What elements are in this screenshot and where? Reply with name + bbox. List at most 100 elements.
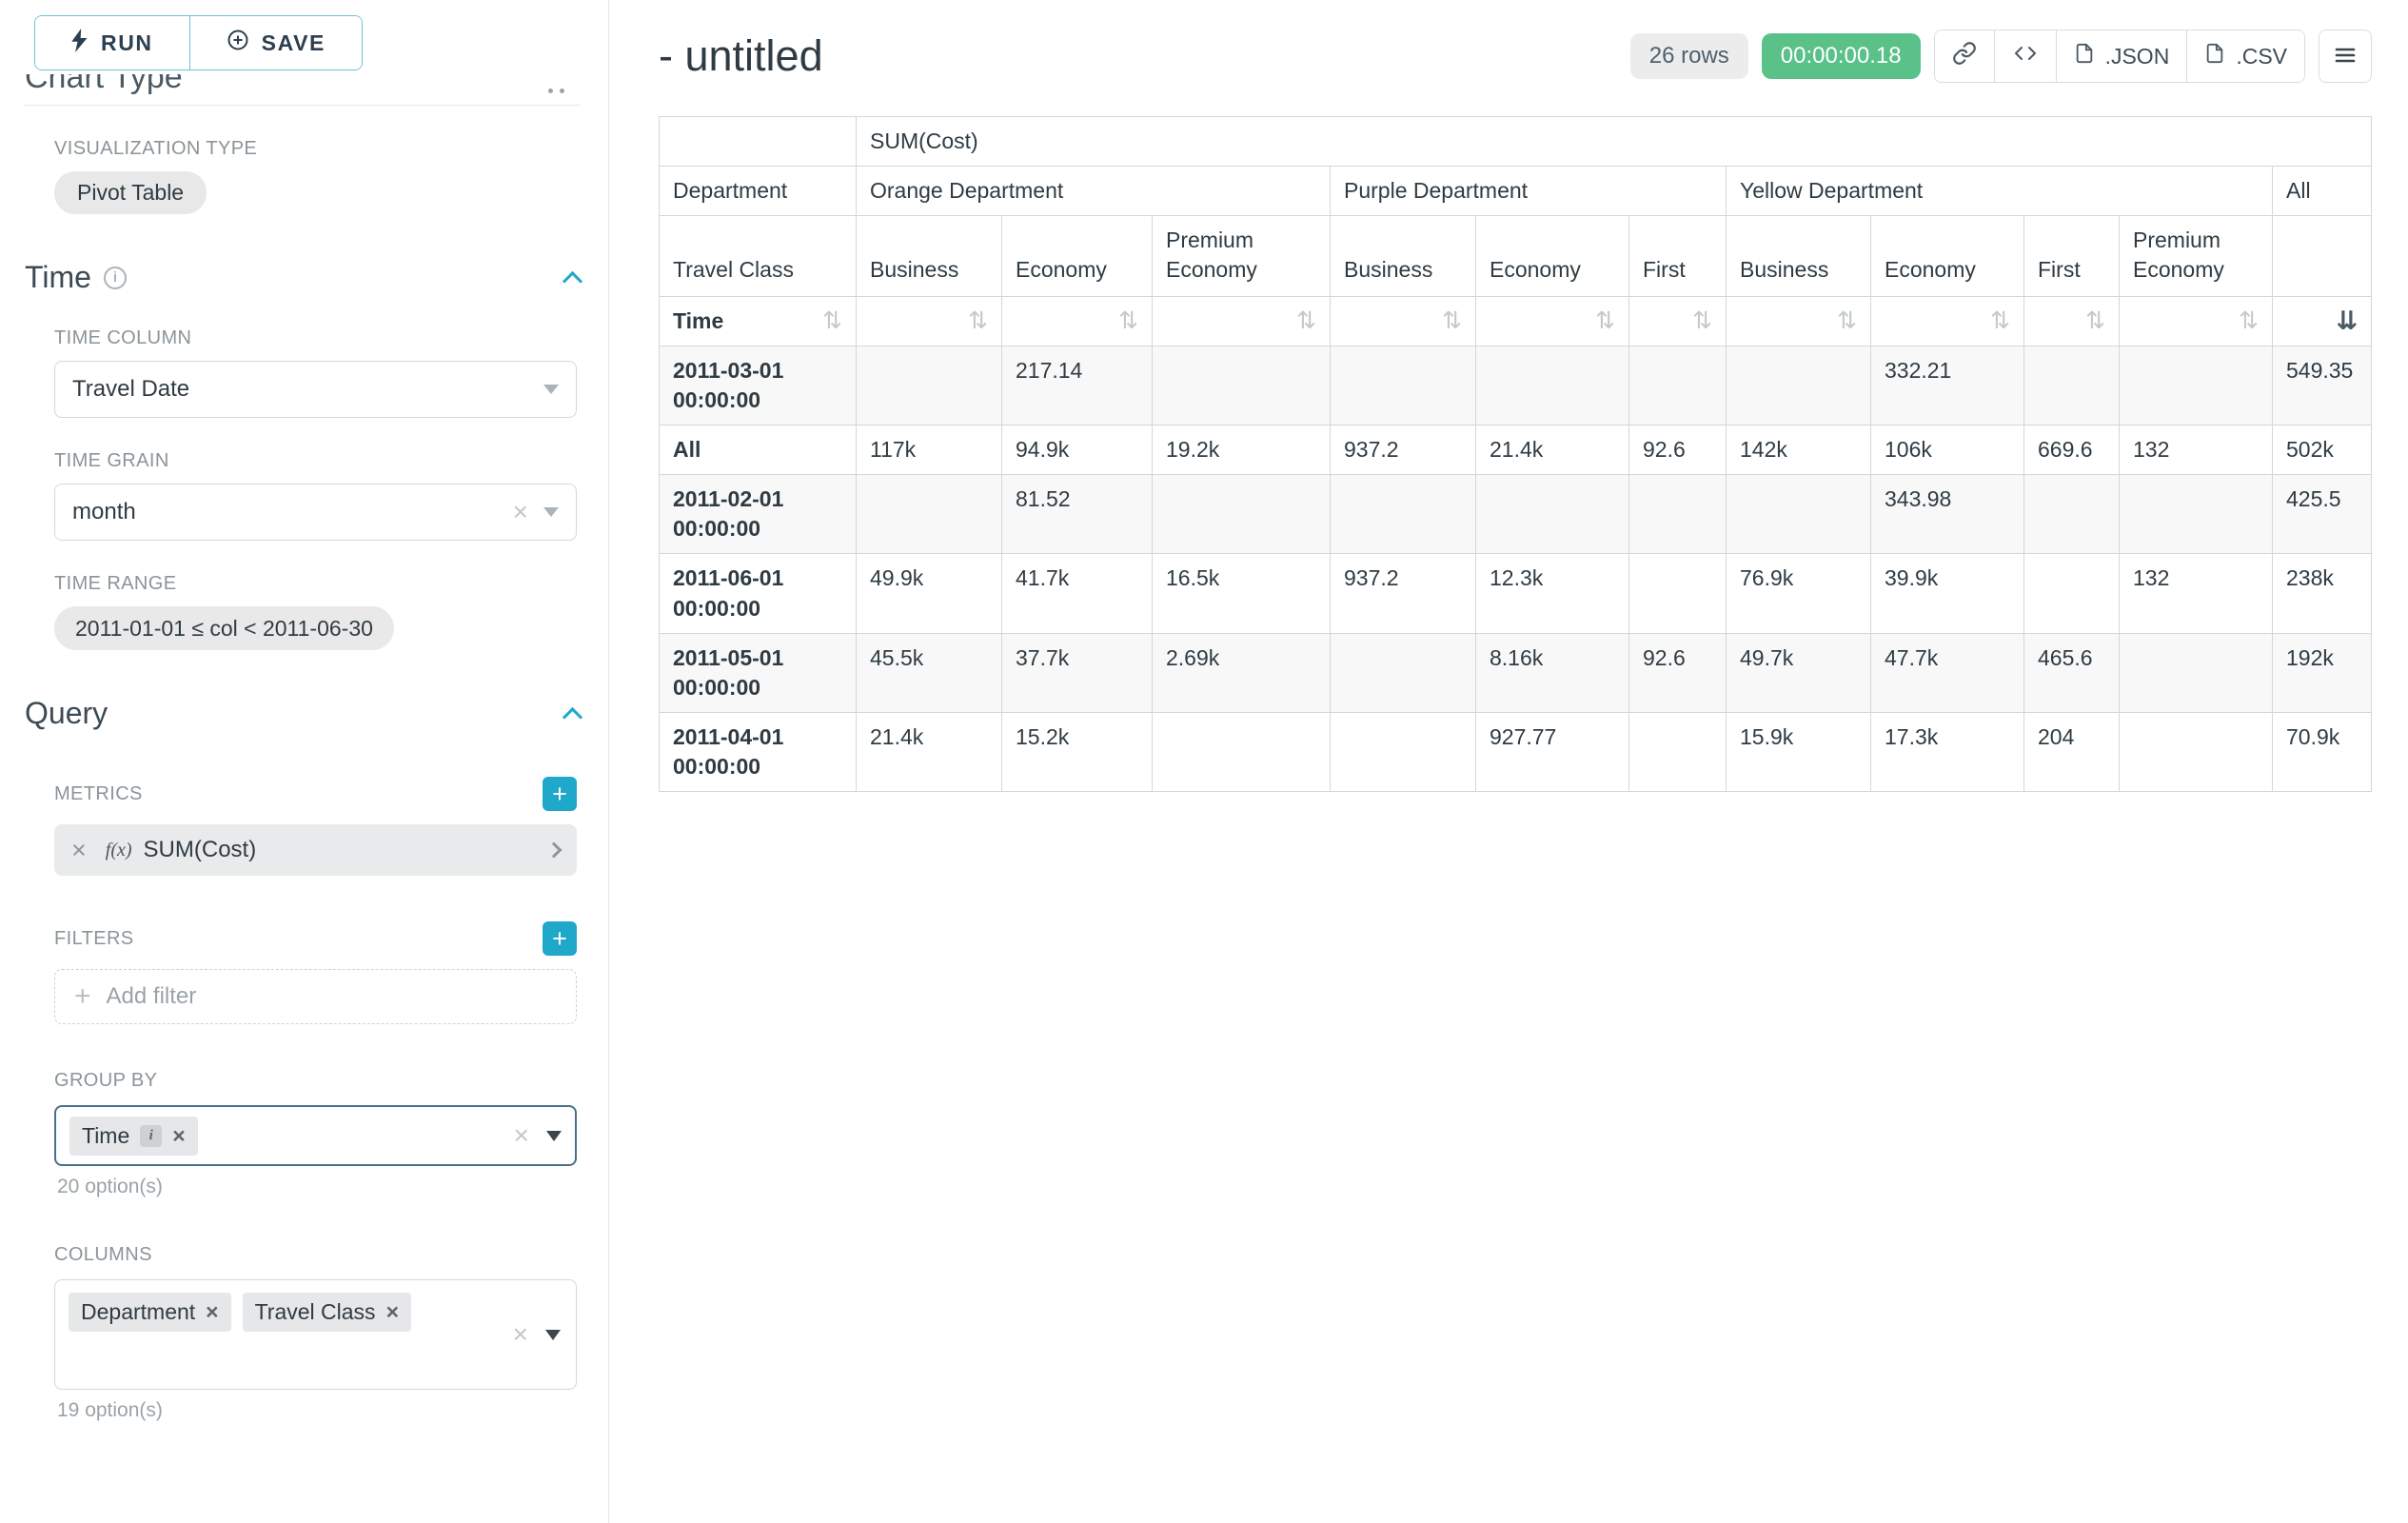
department-group-header: Yellow Department: [1727, 167, 2273, 216]
file-icon: [2074, 42, 2095, 70]
sort-icon[interactable]: ⇅: [2239, 309, 2259, 333]
remove-chip-icon[interactable]: ×: [206, 1299, 218, 1325]
lightning-bolt-icon: [71, 29, 89, 58]
remove-chip-icon[interactable]: ×: [386, 1299, 399, 1325]
sort-icon[interactable]: ⇅: [1118, 309, 1138, 333]
collapse-query-section-icon[interactable]: [563, 707, 582, 727]
sort-icon[interactable]: ⇅: [1595, 309, 1615, 333]
visualization-type-value[interactable]: Pivot Table: [54, 171, 207, 214]
share-link-button[interactable]: [1935, 30, 1994, 82]
time-range-value[interactable]: 2011-01-01 ≤ col < 2011-06-30: [54, 606, 394, 650]
sort-cell[interactable]: ⇅: [2120, 297, 2273, 346]
sort-icon[interactable]: ⇅: [2085, 309, 2105, 333]
export-csv-button[interactable]: .CSV: [2186, 30, 2304, 82]
value-cell: 45.5k: [857, 633, 1002, 712]
value-cell: [1331, 633, 1476, 712]
metric-header-cell: SUM(Cost): [857, 117, 2372, 167]
add-filter-plus-button[interactable]: +: [543, 921, 577, 956]
value-cell: 70.9k: [2273, 712, 2372, 791]
columns-select[interactable]: Department × Travel Class × ×: [54, 1279, 577, 1390]
visualization-type-control: VISUALIZATION TYPE Pivot Table: [54, 138, 577, 214]
value-cell: [1476, 346, 1629, 425]
pivot-data-row: All117k94.9k19.2k937.221.4k92.6142k106k6…: [660, 425, 2372, 475]
value-cell: [1331, 712, 1476, 791]
sort-icon[interactable]: ⇅: [1837, 309, 1857, 333]
value-cell: [1153, 346, 1331, 425]
chevron-down-icon: [543, 507, 559, 517]
sort-cell[interactable]: ⇅: [857, 297, 1002, 346]
save-button[interactable]: SAVE: [189, 16, 362, 69]
value-cell: [2120, 346, 2273, 425]
collapse-time-section-icon[interactable]: [563, 271, 582, 291]
metric-pill[interactable]: × f(x) SUM(Cost): [54, 824, 577, 876]
sort-icon[interactable]: ⇅: [1990, 309, 2010, 333]
department-corner-cell: Department: [660, 167, 857, 216]
value-cell: [1331, 346, 1476, 425]
row-label-cell: 2011-06-01 00:00:00: [660, 554, 857, 633]
chevron-down-icon: [546, 1131, 562, 1141]
value-cell: [2024, 346, 2120, 425]
sort-cell[interactable]: ⇅: [1727, 297, 1871, 346]
group-by-label-row: GROUP BY: [54, 1070, 577, 1092]
run-button[interactable]: RUN: [35, 16, 189, 69]
sort-descending-icon[interactable]: ⇊: [2336, 308, 2358, 334]
chevron-down-icon: [543, 385, 559, 394]
travel-class-header-row: Travel Class Business Economy Premium Ec…: [660, 216, 2372, 297]
time-grain-select[interactable]: month ×: [54, 484, 577, 541]
save-button-label: SAVE: [262, 30, 326, 56]
add-filter-button[interactable]: + Add filter: [54, 969, 577, 1024]
clear-icon[interactable]: ×: [513, 1321, 528, 1348]
time-row-label: Time: [673, 307, 723, 336]
chevron-right-icon[interactable]: [546, 842, 563, 859]
column-info-icon[interactable]: i: [140, 1125, 162, 1147]
add-metric-button[interactable]: +: [543, 777, 577, 811]
time-column-select[interactable]: Travel Date: [54, 361, 577, 418]
remove-chip-icon[interactable]: ×: [172, 1123, 185, 1149]
value-cell: [1153, 475, 1331, 554]
value-cell: 937.2: [1331, 425, 1476, 475]
chart-header: - untitled 26 rows 00:00:00.18: [659, 27, 2372, 86]
sort-cell[interactable]: ⇅: [1871, 297, 2024, 346]
value-cell: 142k: [1727, 425, 1871, 475]
value-cell: 425.5: [2273, 475, 2372, 554]
control-panel-sidebar: RUN SAVE Chart Type VISUALIZATION TYPE P…: [0, 0, 609, 1523]
sort-icon[interactable]: ⇅: [1692, 309, 1712, 333]
value-cell: 502k: [2273, 425, 2372, 475]
sort-icon[interactable]: ⇅: [822, 309, 842, 333]
chart-title[interactable]: - untitled: [659, 31, 823, 81]
sort-icon[interactable]: ⇅: [1296, 309, 1316, 333]
pivot-table-body: 2011-03-01 00:00:00217.14332.21549.35All…: [660, 346, 2372, 792]
remove-metric-icon[interactable]: ×: [71, 836, 87, 865]
value-cell: [2120, 712, 2273, 791]
time-column-label: TIME COLUMN: [54, 327, 577, 349]
time-range-label: TIME RANGE: [54, 573, 577, 595]
filters-label: FILTERS: [54, 928, 134, 950]
columns-label-row: COLUMNS: [54, 1244, 577, 1266]
value-cell: 16.5k: [1153, 554, 1331, 633]
view-query-button[interactable]: [1994, 30, 2056, 82]
export-json-button[interactable]: .JSON: [2056, 30, 2187, 82]
sort-icon[interactable]: ⇅: [1442, 309, 1462, 333]
time-sort-cell[interactable]: Time ⇅: [660, 297, 857, 346]
clear-icon[interactable]: ×: [514, 1122, 529, 1149]
file-icon: [2204, 42, 2225, 70]
sort-cell-active[interactable]: ⇊: [2273, 297, 2372, 346]
sort-icon[interactable]: ⇅: [968, 309, 988, 333]
value-cell: 117k: [857, 425, 1002, 475]
sort-cell[interactable]: ⇅: [1476, 297, 1629, 346]
sort-cell[interactable]: ⇅: [1002, 297, 1153, 346]
group-by-options-hint: 20 option(s): [57, 1176, 577, 1198]
sort-cell[interactable]: ⇅: [1331, 297, 1476, 346]
value-cell: 47.7k: [1871, 633, 2024, 712]
sort-cell[interactable]: ⇅: [1629, 297, 1727, 346]
sort-cell[interactable]: ⇅: [1153, 297, 1331, 346]
sort-cell[interactable]: ⇅: [2024, 297, 2120, 346]
columns-chip[interactable]: Department ×: [69, 1293, 231, 1332]
group-by-select[interactable]: Time i × ×: [54, 1105, 577, 1166]
group-by-chip[interactable]: Time i ×: [69, 1117, 198, 1156]
columns-chip[interactable]: Travel Class ×: [243, 1293, 411, 1332]
more-options-button[interactable]: [2319, 30, 2372, 83]
time-section-title: Time: [25, 260, 91, 295]
clear-icon[interactable]: ×: [513, 499, 528, 525]
value-cell: 21.4k: [1476, 425, 1629, 475]
